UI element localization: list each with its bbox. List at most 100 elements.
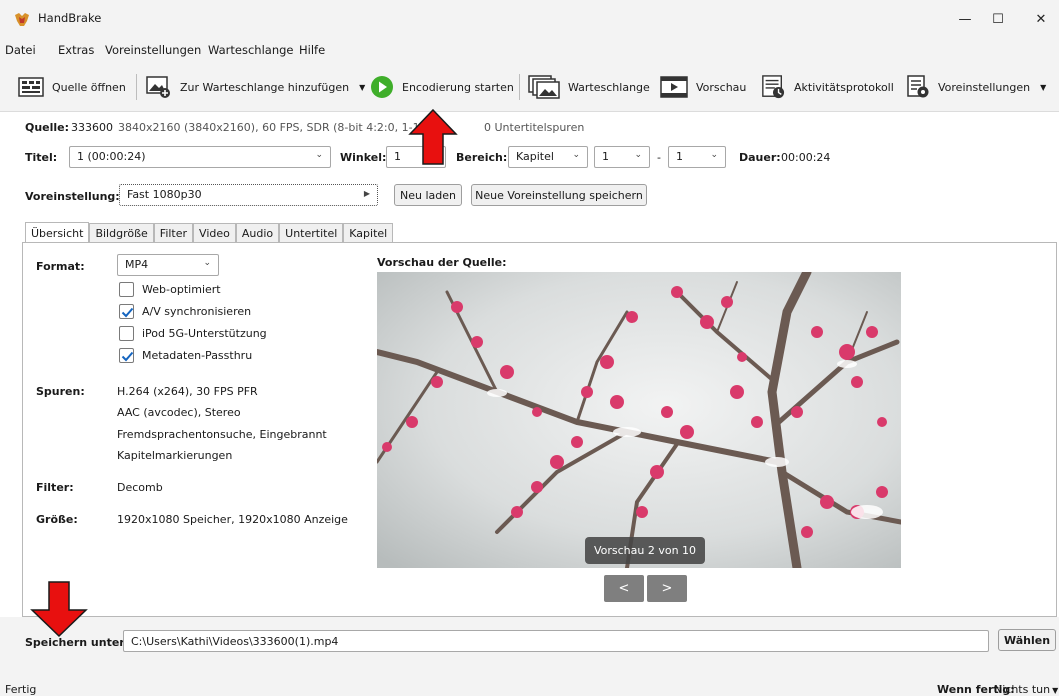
checkmark-icon bbox=[121, 307, 134, 318]
ipod-support-label: iPod 5G-Unterstützung bbox=[142, 327, 267, 340]
menu-datei[interactable]: Datei bbox=[5, 43, 36, 57]
range-to-select[interactable]: 1 ⌄ bbox=[668, 146, 726, 168]
tab-subtitles[interactable]: Untertitel bbox=[279, 223, 344, 243]
checkmark-icon bbox=[121, 351, 134, 362]
start-encode-label: Encodierung starten bbox=[402, 80, 514, 94]
add-queue-dropdown-icon[interactable]: ▼ bbox=[359, 83, 365, 92]
web-optimized-checkbox[interactable] bbox=[119, 282, 134, 297]
preview-photo bbox=[377, 272, 901, 568]
when-done-value: Nichts tun bbox=[994, 683, 1051, 696]
menu-warteschlange[interactable]: Warteschlange bbox=[208, 43, 294, 57]
menu-voreinstellungen[interactable]: Voreinstellungen bbox=[105, 43, 201, 57]
preview-icon bbox=[660, 76, 688, 98]
presets-label: Voreinstellungen bbox=[938, 80, 1031, 94]
status-bar: Fertig Wenn fertig: Nichts tun ▼ bbox=[0, 668, 1059, 696]
chevron-down-icon: ⌄ bbox=[203, 258, 211, 268]
chevron-down-icon: ⌄ bbox=[572, 150, 580, 160]
title-select-value: 1 (00:00:24) bbox=[77, 150, 146, 163]
when-done-select[interactable]: Nichts tun ▼ bbox=[994, 683, 1058, 696]
save-new-preset-button[interactable]: Neue Voreinstellung speichern bbox=[471, 184, 647, 206]
format-select[interactable]: MP4 ⌄ bbox=[117, 254, 219, 276]
menu-extras[interactable]: Extras bbox=[58, 43, 94, 57]
tab-audio[interactable]: Audio bbox=[235, 223, 280, 243]
arrow-down-icon bbox=[30, 581, 88, 638]
title-select[interactable]: 1 (00:00:24) ⌄ bbox=[69, 146, 331, 168]
angle-label: Winkel: bbox=[340, 151, 387, 164]
preview-label: Vorschau bbox=[696, 80, 747, 94]
open-source-icon bbox=[18, 77, 44, 97]
filter-label: Filter: bbox=[36, 481, 74, 494]
tab-bar: Übersicht Bildgröße Filter Video Audio U… bbox=[25, 222, 394, 244]
queue-label: Warteschlange bbox=[568, 80, 650, 94]
tab-chapters[interactable]: Kapitel bbox=[343, 223, 394, 243]
range-from-select[interactable]: 1 ⌄ bbox=[594, 146, 650, 168]
handbrake-icon bbox=[15, 13, 29, 26]
menu-hilfe[interactable]: Hilfe bbox=[299, 43, 325, 57]
chevron-down-icon: ▼ bbox=[1052, 686, 1059, 695]
preset-label: Voreinstellung: bbox=[25, 190, 120, 203]
close-button[interactable]: ✕ bbox=[1027, 8, 1055, 30]
av-sync-label: A/V synchronisieren bbox=[142, 305, 252, 318]
size-label: Größe: bbox=[36, 513, 78, 526]
queue-icon bbox=[528, 75, 560, 99]
add-queue-button[interactable]: Zur Warteschlange hinzufügen ▼ bbox=[146, 73, 365, 101]
preview-prev-button[interactable]: < bbox=[604, 575, 644, 602]
status-text: Fertig bbox=[5, 683, 37, 696]
preset-select-value: Fast 1080p30 bbox=[127, 188, 202, 201]
track-audio: AAC (avcodec), Stereo bbox=[117, 406, 241, 419]
source-label: Quelle: bbox=[25, 121, 70, 134]
source-subtitles-info: 0 Untertitelspuren bbox=[484, 121, 585, 134]
browse-button[interactable]: Wählen bbox=[998, 629, 1056, 651]
minimize-button[interactable]: — bbox=[951, 8, 979, 30]
presets-button[interactable]: Voreinstellungen ▼ bbox=[906, 73, 1046, 101]
open-source-button[interactable]: Quelle öffnen bbox=[18, 73, 126, 101]
format-label: Format: bbox=[36, 260, 85, 273]
track-video: H.264 (x264), 30 FPS PFR bbox=[117, 385, 258, 398]
toolbar-separator bbox=[136, 74, 137, 100]
source-preview-image bbox=[377, 272, 901, 568]
chevron-down-icon: ⌄ bbox=[315, 150, 323, 160]
tab-filter[interactable]: Filter bbox=[153, 223, 194, 243]
activity-log-button[interactable]: Aktivitätsprotokoll bbox=[760, 73, 894, 101]
presets-dropdown-icon[interactable]: ▼ bbox=[1040, 83, 1046, 92]
maximize-button[interactable]: ☐ bbox=[984, 8, 1012, 30]
tab-summary[interactable]: Übersicht bbox=[25, 222, 90, 244]
duration-value: 00:00:24 bbox=[781, 151, 831, 164]
title-bar: HandBrake — ☐ ✕ bbox=[0, 0, 1059, 38]
range-label: Bereich: bbox=[456, 151, 508, 164]
av-sync-checkbox[interactable] bbox=[119, 304, 134, 319]
ipod-support-checkbox[interactable] bbox=[119, 326, 134, 341]
angle-select-value: 1 bbox=[394, 150, 401, 163]
reload-preset-button[interactable]: Neu laden bbox=[394, 184, 462, 206]
activity-log-label: Aktivitätsprotokoll bbox=[794, 80, 894, 94]
preview-counter-badge: Vorschau 2 von 10 bbox=[585, 537, 705, 564]
web-optimized-label: Web-optimiert bbox=[142, 283, 221, 296]
size-value: 1920x1080 Speicher, 1920x1080 Anzeige bbox=[117, 513, 348, 526]
range-type-select[interactable]: Kapitel ⌄ bbox=[508, 146, 588, 168]
add-queue-icon bbox=[146, 76, 170, 98]
tab-dimensions[interactable]: Bildgröße bbox=[89, 223, 154, 243]
toolbar-separator bbox=[519, 74, 520, 100]
menu-bar: Datei Extras Voreinstellungen Warteschla… bbox=[0, 38, 1059, 62]
range-from-value: 1 bbox=[602, 150, 609, 163]
duration-label: Dauer: bbox=[739, 151, 781, 164]
source-info: 3840x2160 (3840x2160), 60 FPS, SDR (8-bi… bbox=[118, 121, 449, 134]
preview-next-button[interactable]: > bbox=[647, 575, 687, 602]
filter-value: Decomb bbox=[117, 481, 163, 494]
track-subtitles: Fremdsprachentonsuche, Eingebrannt bbox=[117, 428, 327, 441]
metadata-passthru-checkbox[interactable] bbox=[119, 348, 134, 363]
start-encode-button[interactable]: Encodierung starten bbox=[370, 73, 514, 101]
tracks-label: Spuren: bbox=[36, 385, 85, 398]
arrow-up-icon bbox=[408, 108, 458, 165]
add-queue-label: Zur Warteschlange hinzufügen bbox=[180, 80, 350, 94]
preview-button[interactable]: Vorschau bbox=[660, 73, 746, 101]
preset-select[interactable]: Fast 1080p30 ▶ bbox=[119, 184, 378, 206]
save-path-input[interactable]: C:\Users\Kathi\Videos\333600(1).mp4 bbox=[123, 630, 989, 652]
window-title: HandBrake bbox=[38, 11, 102, 25]
queue-button[interactable]: Warteschlange bbox=[528, 73, 650, 101]
play-icon bbox=[371, 76, 393, 98]
range-separator: - bbox=[657, 151, 661, 164]
presets-icon bbox=[907, 75, 929, 98]
metadata-passthru-label: Metadaten-Passthru bbox=[142, 349, 253, 362]
tab-video[interactable]: Video bbox=[193, 223, 236, 243]
